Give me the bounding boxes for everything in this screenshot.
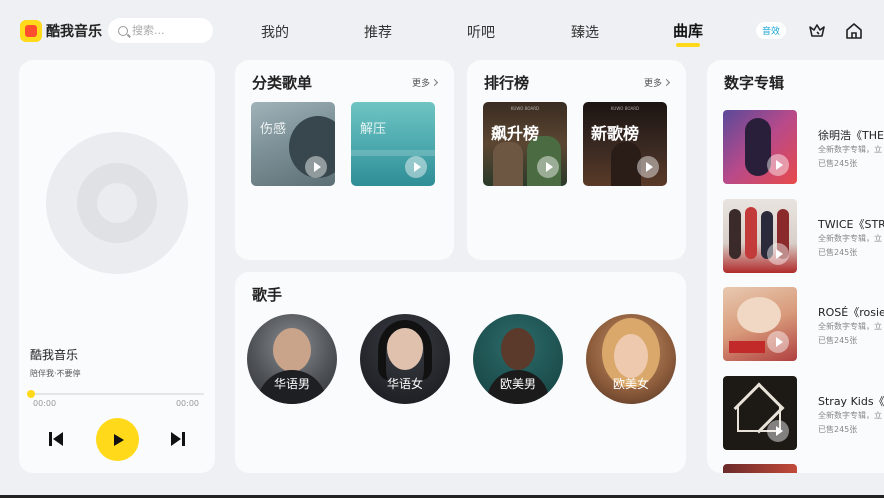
album-cover xyxy=(723,199,797,273)
singer-label: 华语男 xyxy=(273,377,310,391)
album-desc: 全新数字专辑，立 xyxy=(818,145,882,154)
time-total: 00:00 xyxy=(175,399,199,408)
category-tile-sad[interactable]: 伤感 xyxy=(251,102,335,186)
album-title: TWICE《STR xyxy=(818,218,884,231)
album-title: Stray Kids《合 xyxy=(818,395,884,408)
song-subtitle: 陪伴我·不要停 xyxy=(30,369,81,378)
album-desc: 全新数字专辑，立 xyxy=(818,322,882,331)
tile-label: 新歌榜 xyxy=(591,124,640,143)
play-icon[interactable] xyxy=(305,156,327,178)
chart-caption: KUWO BOARD xyxy=(510,106,540,111)
album-title: ROSÉ《rosie xyxy=(818,306,884,319)
play-icon xyxy=(113,433,124,446)
play-icon[interactable] xyxy=(405,156,427,178)
tab-mine[interactable]: 我的 xyxy=(261,22,289,42)
album-item[interactable]: 徐明浩《THE 全新数字专辑，立 已售245张 xyxy=(723,110,884,184)
singer-western-female[interactable]: 欧美女 xyxy=(586,314,676,404)
chart-tile-new[interactable]: KUWO BOARD 新歌榜 xyxy=(583,102,667,186)
singer-label: 欧美女 xyxy=(612,377,649,391)
singer-label: 欧美男 xyxy=(499,377,536,391)
time-current: 00:00 xyxy=(33,399,57,408)
play-icon[interactable] xyxy=(767,420,789,442)
search-icon xyxy=(118,25,128,36)
next-icon[interactable] xyxy=(169,430,187,448)
singer-western-male[interactable]: 欧美男 xyxy=(473,314,563,404)
crown-icon[interactable] xyxy=(807,21,827,41)
singers-title: 歌手 xyxy=(252,286,283,304)
category-title: 分类歌单 xyxy=(252,74,313,92)
play-icon[interactable] xyxy=(637,156,659,178)
sound-effect-badge[interactable]: 音效 xyxy=(756,22,786,39)
album-item[interactable]: TWICE《STR 全新数字专辑，立 已售245张 xyxy=(723,199,884,273)
category-playlists-card: 分类歌单 更多 伤感 解压 xyxy=(235,60,454,260)
tile-label: 飙升榜 xyxy=(491,124,540,143)
kuwo-logo-icon xyxy=(20,20,42,42)
play-icon[interactable] xyxy=(537,156,559,178)
ranking-title: 排行榜 xyxy=(484,74,530,92)
category-more-link[interactable]: 更多 xyxy=(412,76,439,89)
app-name: 酷我音乐 xyxy=(46,24,102,40)
album-item[interactable]: Stray Kids《合 全新数字专辑，立 已售245张 xyxy=(723,376,884,450)
album-sold: 已售245张 xyxy=(818,336,858,345)
home-icon[interactable] xyxy=(844,21,864,41)
ranking-more-link[interactable]: 更多 xyxy=(644,76,671,89)
album-cover xyxy=(723,464,797,473)
chart-tile-rising[interactable]: KUWO BOARD 飙升榜 xyxy=(483,102,567,186)
tile-label: 伤感 xyxy=(260,122,287,137)
song-title: 酷我音乐 xyxy=(30,348,79,362)
tab-library[interactable]: 曲库 xyxy=(673,20,703,47)
album-cover xyxy=(723,287,797,361)
digital-albums-card: 数字专辑 徐明浩《THE 全新数字专辑，立 已售245张 TWICE《STR 全… xyxy=(707,60,884,473)
album-sold: 已售245张 xyxy=(818,425,858,434)
albums-title: 数字专辑 xyxy=(724,74,785,92)
album-cover xyxy=(723,110,797,184)
album-sold: 已售245张 xyxy=(818,248,858,257)
chart-caption: KUWO BOARD xyxy=(610,106,640,111)
play-icon[interactable] xyxy=(767,243,789,265)
search-input[interactable] xyxy=(132,24,202,37)
singer-chinese-female[interactable]: 华语女 xyxy=(360,314,450,404)
player-card: 酷我音乐 陪伴我·不要停 00:00 00:00 xyxy=(19,60,215,473)
album-disc xyxy=(46,132,188,274)
tab-listen[interactable]: 听吧 xyxy=(467,22,495,42)
album-sold: 已售245张 xyxy=(818,159,858,168)
tab-selected[interactable]: 臻选 xyxy=(571,22,599,42)
album-desc: 全新数字专辑，立 xyxy=(818,411,882,420)
search-box[interactable] xyxy=(108,18,213,43)
progress-bar[interactable] xyxy=(27,390,204,398)
category-tile-relax[interactable]: 解压 xyxy=(351,102,435,186)
album-cover xyxy=(723,376,797,450)
tab-recommend[interactable]: 推荐 xyxy=(364,22,392,42)
ranking-card: 排行榜 更多 KUWO BOARD 飙升榜 KUWO BOARD 新歌榜 xyxy=(467,60,686,260)
app-logo[interactable]: 酷我音乐 xyxy=(20,20,102,42)
singers-card: 歌手 华语男 华语女 欧美男 欧美女 xyxy=(235,272,686,473)
previous-icon[interactable] xyxy=(47,430,65,448)
singer-label: 华语女 xyxy=(386,377,423,391)
singer-chinese-male[interactable]: 华语男 xyxy=(247,314,337,404)
play-icon[interactable] xyxy=(767,154,789,176)
play-button[interactable] xyxy=(96,418,139,461)
album-desc: 全新数字专辑，立 xyxy=(818,234,882,243)
play-icon[interactable] xyxy=(767,331,789,353)
album-title: 徐明浩《THE xyxy=(818,129,884,142)
progress-handle[interactable] xyxy=(27,390,35,398)
tile-label: 解压 xyxy=(360,122,387,137)
album-item[interactable]: ROSÉ《rosie 全新数字专辑，立 已售245张 xyxy=(723,287,884,361)
